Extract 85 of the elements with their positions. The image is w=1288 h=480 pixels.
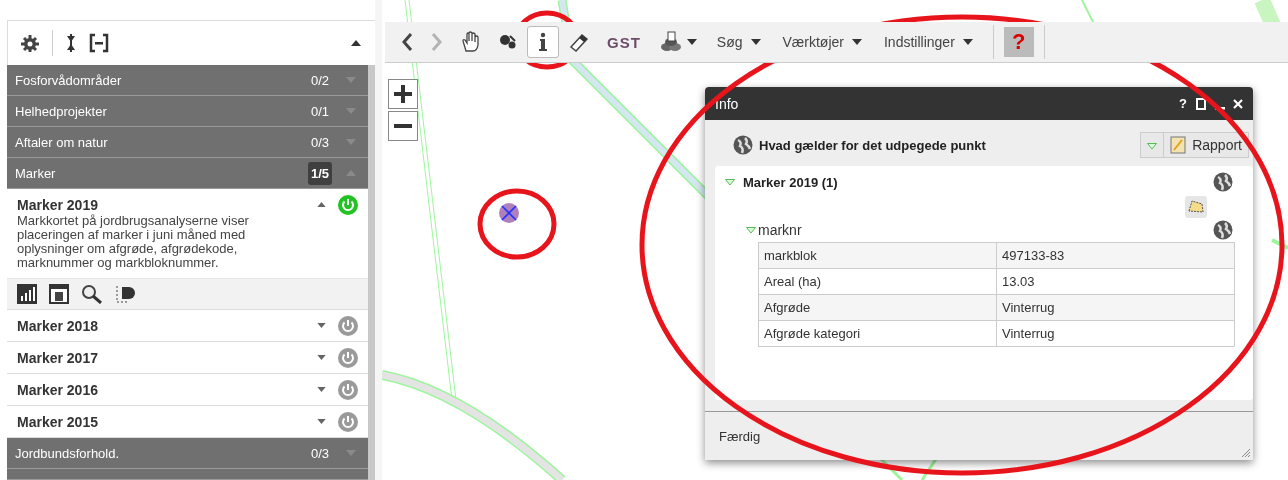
caret-icon[interactable] (317, 202, 326, 207)
layer-title[interactable]: Marker 2017 (17, 349, 305, 366)
eraser-icon[interactable] (569, 32, 589, 52)
caret-icon[interactable] (317, 387, 326, 392)
layer-title[interactable]: Marker 2016 (17, 381, 305, 398)
caret-down-icon (962, 39, 973, 45)
table-cell: Afgrøde kategori (758, 320, 997, 347)
caret-icon[interactable] (317, 419, 326, 424)
group-count: 0/3 (309, 133, 330, 152)
layer-group-header[interactable]: Jordbundsforhold. 0/3 (7, 438, 368, 469)
group-count: 1/5 (307, 161, 332, 185)
table-cell: 13.03 (996, 268, 1235, 295)
layer-group-header[interactable]: Aftaler om natur 0/3 (7, 127, 368, 158)
menu-button[interactable]: Værktøjer (772, 26, 872, 58)
info-icon[interactable] (538, 32, 548, 52)
layer-title[interactable]: Marker 2015 (17, 413, 305, 430)
table-cell: Areal (ha) (758, 268, 997, 295)
cursor-icon[interactable] (499, 33, 517, 51)
status-text: Færdig (719, 428, 761, 444)
globe-icon[interactable] (1213, 220, 1233, 240)
table-cell: markblok (758, 242, 997, 269)
polygon-map-icon[interactable] (1185, 196, 1207, 218)
result-layer-title: Marker 2019 (1) (743, 174, 838, 190)
group-label: Jordbundsforhold. (15, 445, 121, 461)
legend-icon[interactable] (115, 284, 137, 304)
zoom-icon[interactable] (81, 284, 103, 304)
caret-icon (346, 139, 356, 145)
window-title: Info (715, 95, 740, 112)
pin-icon[interactable] (1195, 97, 1207, 110)
minus-icon (394, 124, 412, 128)
query-title: Hvad gælder for det udpegede punkt (759, 137, 987, 153)
power-icon[interactable] (338, 315, 358, 336)
caret-icon (346, 450, 356, 456)
group-count: 0/3 (309, 444, 330, 463)
group-label: Helhedprojekter (15, 103, 108, 119)
notepad-icon (1170, 136, 1187, 154)
triangle-icon (1147, 142, 1158, 150)
plus-icon (394, 85, 412, 103)
layer-group-header[interactable]: Marker 1/5 (7, 158, 368, 189)
layer-group-header[interactable]: Helhedprojekter 0/1 (7, 96, 368, 127)
close-icon[interactable] (1233, 98, 1243, 109)
caret-icon (346, 77, 356, 83)
point-marker (498, 202, 520, 224)
table-cell: 497133-83 (996, 242, 1235, 269)
menu-button[interactable]: Søg (706, 26, 771, 58)
group-label: Fosforvådområder (15, 72, 123, 88)
add-gear-icon[interactable] (20, 33, 40, 53)
globe-icon (733, 135, 753, 155)
zoom-out-button[interactable] (388, 111, 418, 141)
caret-icon[interactable] (317, 355, 326, 360)
caret-down-icon (852, 39, 862, 45)
caret-icon (346, 108, 356, 114)
feature-title: marknr (758, 222, 802, 238)
help-button[interactable]: ? (1179, 96, 1187, 111)
layer-description: Markkortet på jordbrugsanalyserne viser placeringen af marker i juni måned med oplysninger om afgrøde, afgrødekode, marknummer og markbloknummer. (16, 214, 250, 272)
logo[interactable]: GST (607, 33, 641, 51)
hand-icon[interactable] (461, 31, 481, 53)
bracket-minus-icon[interactable] (89, 33, 109, 53)
back-icon[interactable] (401, 32, 413, 52)
bar-chart-icon[interactable] (17, 284, 37, 304)
caret-icon (346, 170, 356, 176)
caret-down-icon[interactable] (686, 39, 697, 45)
resize-grip-icon[interactable] (1241, 448, 1251, 458)
group-count: 0/2 (309, 71, 330, 90)
group-label: Marker (15, 165, 57, 181)
globe-icon[interactable] (1213, 172, 1233, 192)
table-icon[interactable] (49, 284, 69, 304)
power-icon[interactable] (338, 379, 358, 400)
layer-title[interactable]: Marker 2019 (17, 196, 305, 213)
menu-button[interactable]: Indstillinger (874, 26, 983, 58)
collapse-icon[interactable] (65, 33, 77, 53)
layer-group-header[interactable]: Fosforvådområder 0/2 (7, 65, 368, 96)
caret-down-icon (750, 39, 761, 45)
table-cell: Afgrøde (758, 294, 997, 321)
layer-title[interactable]: Marker 2018 (17, 317, 305, 334)
table-cell: Vinterrug (996, 294, 1235, 321)
power-icon[interactable] (338, 411, 358, 432)
caret-icon[interactable] (317, 323, 326, 328)
group-count: 0/1 (309, 102, 330, 121)
caret-up-icon[interactable] (351, 40, 361, 46)
zoom-in-button[interactable] (388, 79, 418, 109)
group-label: Aftaler om natur (15, 134, 109, 150)
power-icon[interactable] (338, 347, 358, 368)
layers-icon[interactable] (658, 31, 683, 53)
table-cell: Vinterrug (996, 320, 1235, 347)
